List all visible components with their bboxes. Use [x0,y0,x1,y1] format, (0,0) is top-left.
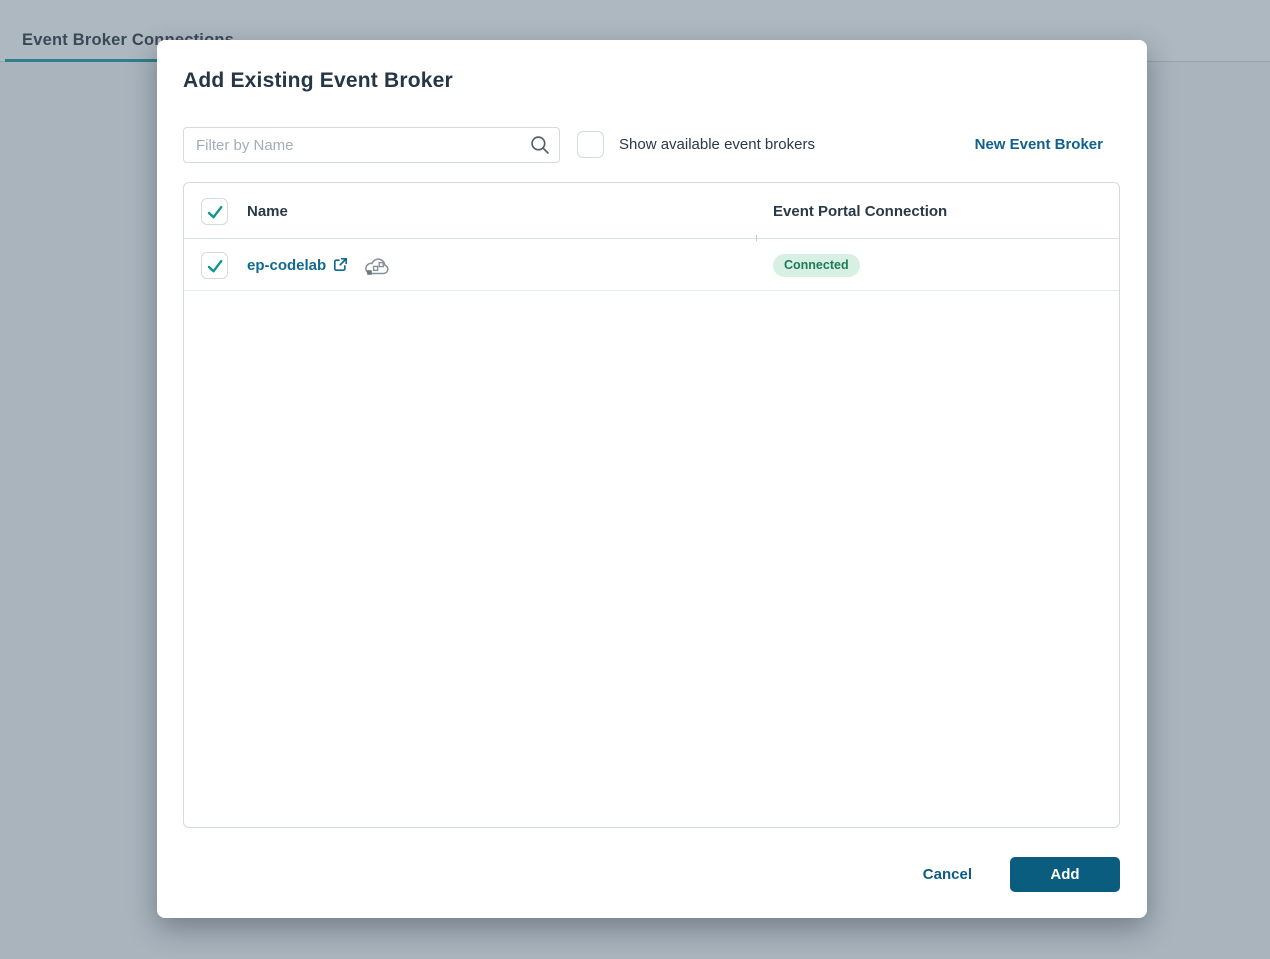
new-event-broker-link[interactable]: New Event Broker [975,136,1103,153]
cancel-button[interactable]: Cancel [923,866,972,883]
add-button[interactable]: Add [1010,857,1120,892]
column-header-name[interactable]: Name [247,203,288,220]
table-header-row: Name Event Portal Connection [184,183,1119,239]
check-icon [206,203,224,221]
row-checkbox[interactable] [201,252,228,279]
show-available-label: Show available event brokers [619,136,815,153]
dialog-title: Add Existing Event Broker [183,69,453,93]
table-row[interactable]: ep-codelab Connected [184,239,1119,291]
filter-field-wrapper [183,127,560,163]
broker-name-link[interactable]: ep-codelab [247,257,326,274]
select-all-checkbox[interactable] [201,198,228,225]
filter-by-name-input[interactable] [183,127,560,163]
cloud-broker-icon [363,254,393,279]
broker-name-cell: ep-codelab [247,239,393,291]
external-link-icon[interactable] [333,257,348,272]
page-background: Event Broker Connections Add Existing Ev… [0,0,1270,959]
show-available-checkbox[interactable] [577,131,604,158]
search-icon [530,135,550,155]
add-existing-event-broker-dialog: Add Existing Event Broker Show available… [157,40,1147,918]
connection-status-badge: Connected [773,254,860,277]
column-header-event-portal-connection[interactable]: Event Portal Connection [773,203,947,220]
event-broker-table: Name Event Portal Connection ep-codelab [183,182,1120,828]
dialog-footer: Cancel Add [923,857,1120,892]
check-icon [206,257,224,275]
